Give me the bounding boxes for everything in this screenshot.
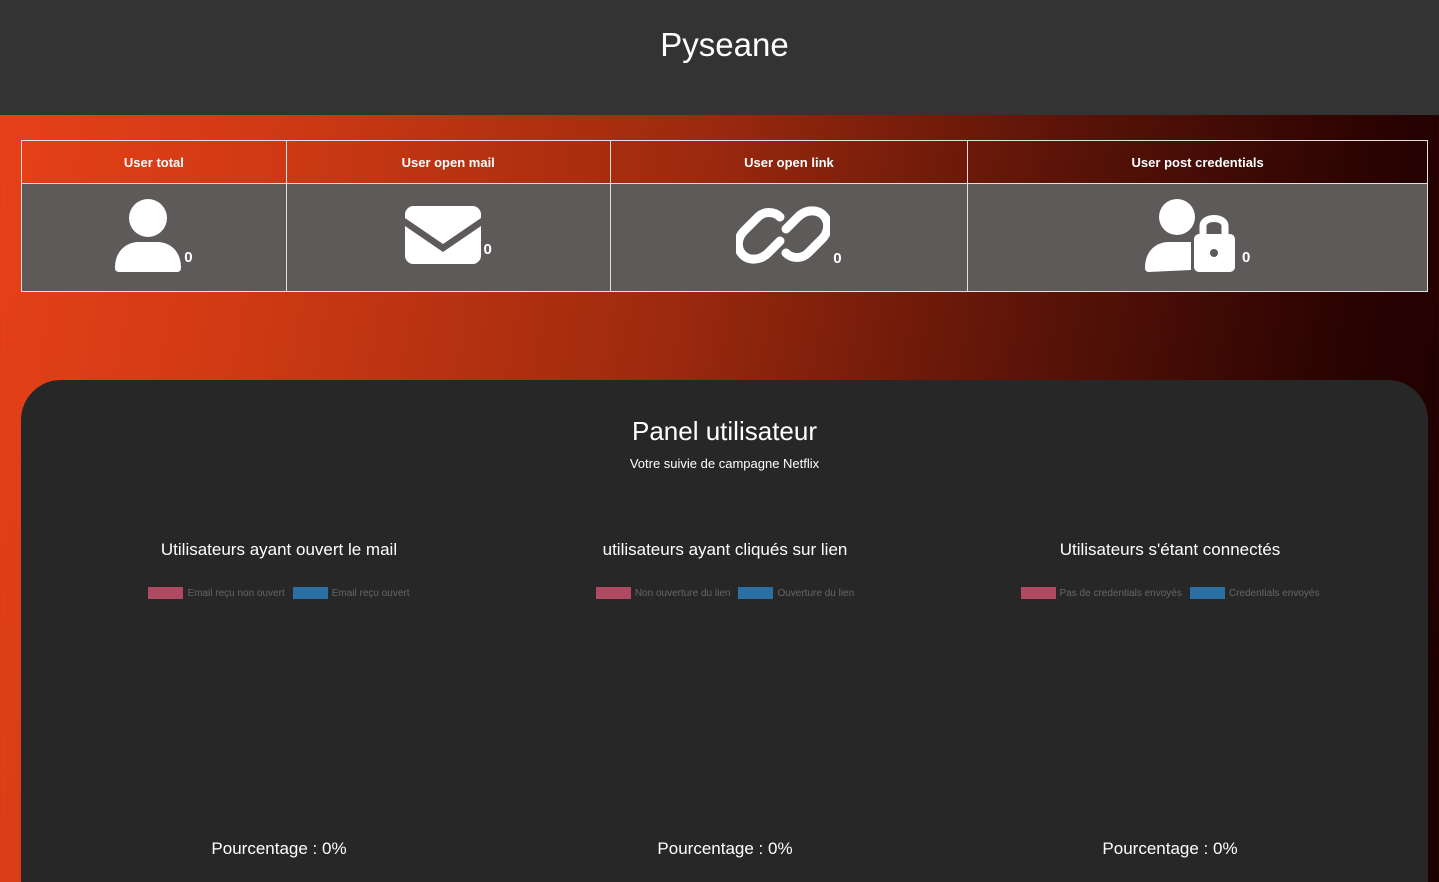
stats-table: User total User open mail User open link… <box>21 140 1428 292</box>
legend-label: Non ouverture du lien <box>634 587 731 599</box>
legend-item[interactable]: Credentials envoyés <box>1189 587 1320 599</box>
chart-legend: Non ouverture du lien Ouverture du lien <box>502 587 948 599</box>
legend-label: Email reçu non ouvert <box>187 587 285 599</box>
chart-title: Utilisateurs ayant ouvert le mail <box>160 540 398 559</box>
percentage-label: Pourcentage : 0% <box>211 839 347 858</box>
legend-label: Ouverture du lien <box>777 587 855 599</box>
percentage-label: Pourcentage : 0% <box>1102 839 1238 858</box>
chart-title: utilisateurs ayant cliqués sur lien <box>602 540 848 559</box>
envelope-icon <box>404 206 481 264</box>
chart-legend: Email reçu non ouvert Email reçu ouvert <box>56 587 502 599</box>
legend-label: Pas de credentials envoyés <box>1059 587 1182 599</box>
chart-credentials: Utilisateurs s'étant connectés Pas de cr… <box>947 540 1393 859</box>
user-panel: Panel utilisateur Votre suivie de campag… <box>21 380 1428 882</box>
stats-header-open-mail: User open mail <box>285 140 611 184</box>
chart-title: Utilisateurs s'étant connectés <box>1059 540 1281 559</box>
stats-cell-open-link: 0 <box>609 183 969 292</box>
legend-swatch-blue <box>738 587 774 599</box>
stats-header-post-credentials: User post credentials <box>967 140 1428 184</box>
chart-canvas <box>56 599 502 839</box>
legend-swatch-blue <box>1189 587 1225 599</box>
stat-count-user-total: 0 <box>184 249 193 266</box>
stats-header-row: User total User open mail User open link… <box>21 140 1428 184</box>
legend-swatch-red <box>1020 587 1056 599</box>
chart-canvas <box>502 599 948 839</box>
panel-title: Panel utilisateur <box>632 416 817 446</box>
legend-label: Email reçu ouvert <box>331 587 410 599</box>
legend-label: Credentials envoyés <box>1228 587 1320 599</box>
top-header: Pyseane <box>0 0 1439 115</box>
stat-count-open-mail: 0 <box>483 241 492 258</box>
legend-swatch-red <box>595 587 631 599</box>
user-lock-icon <box>1144 199 1235 272</box>
stats-cell-post-credentials: 0 <box>967 183 1428 292</box>
stats-cell-open-mail: 0 <box>285 183 611 292</box>
legend-item[interactable]: Non ouverture du lien <box>595 587 731 599</box>
stats-header-open-link: User open link <box>609 140 969 184</box>
percentage-label: Pourcentage : 0% <box>657 839 793 858</box>
link-icon <box>736 206 831 264</box>
legend-item[interactable]: Ouverture du lien <box>738 587 854 599</box>
chart-open-link: utilisateurs ayant cliqués sur lien Non … <box>502 540 948 859</box>
legend-item[interactable]: Pas de credentials envoyés <box>1020 587 1182 599</box>
legend-swatch-red <box>148 587 184 599</box>
stats-value-row: 0 0 0 0 <box>21 183 1428 292</box>
legend-item[interactable]: Email reçu non ouvert <box>148 587 285 599</box>
chart-legend: Pas de credentials envoyés Credentials e… <box>947 587 1393 599</box>
legend-swatch-blue <box>292 587 328 599</box>
stats-cell-user-total: 0 <box>21 183 287 292</box>
chart-canvas <box>947 599 1393 839</box>
chart-open-mail: Utilisateurs ayant ouvert le mail Email … <box>56 540 502 859</box>
user-icon <box>115 199 182 272</box>
stats-header-user-total: User total <box>21 140 287 184</box>
stat-count-open-link: 0 <box>833 250 842 267</box>
stat-count-post-credentials: 0 <box>1241 249 1251 266</box>
legend-item[interactable]: Email reçu ouvert <box>292 587 410 599</box>
app-title: Pyseane <box>660 26 789 63</box>
panel-subtitle: Votre suivie de campagne Netflix <box>629 456 820 471</box>
